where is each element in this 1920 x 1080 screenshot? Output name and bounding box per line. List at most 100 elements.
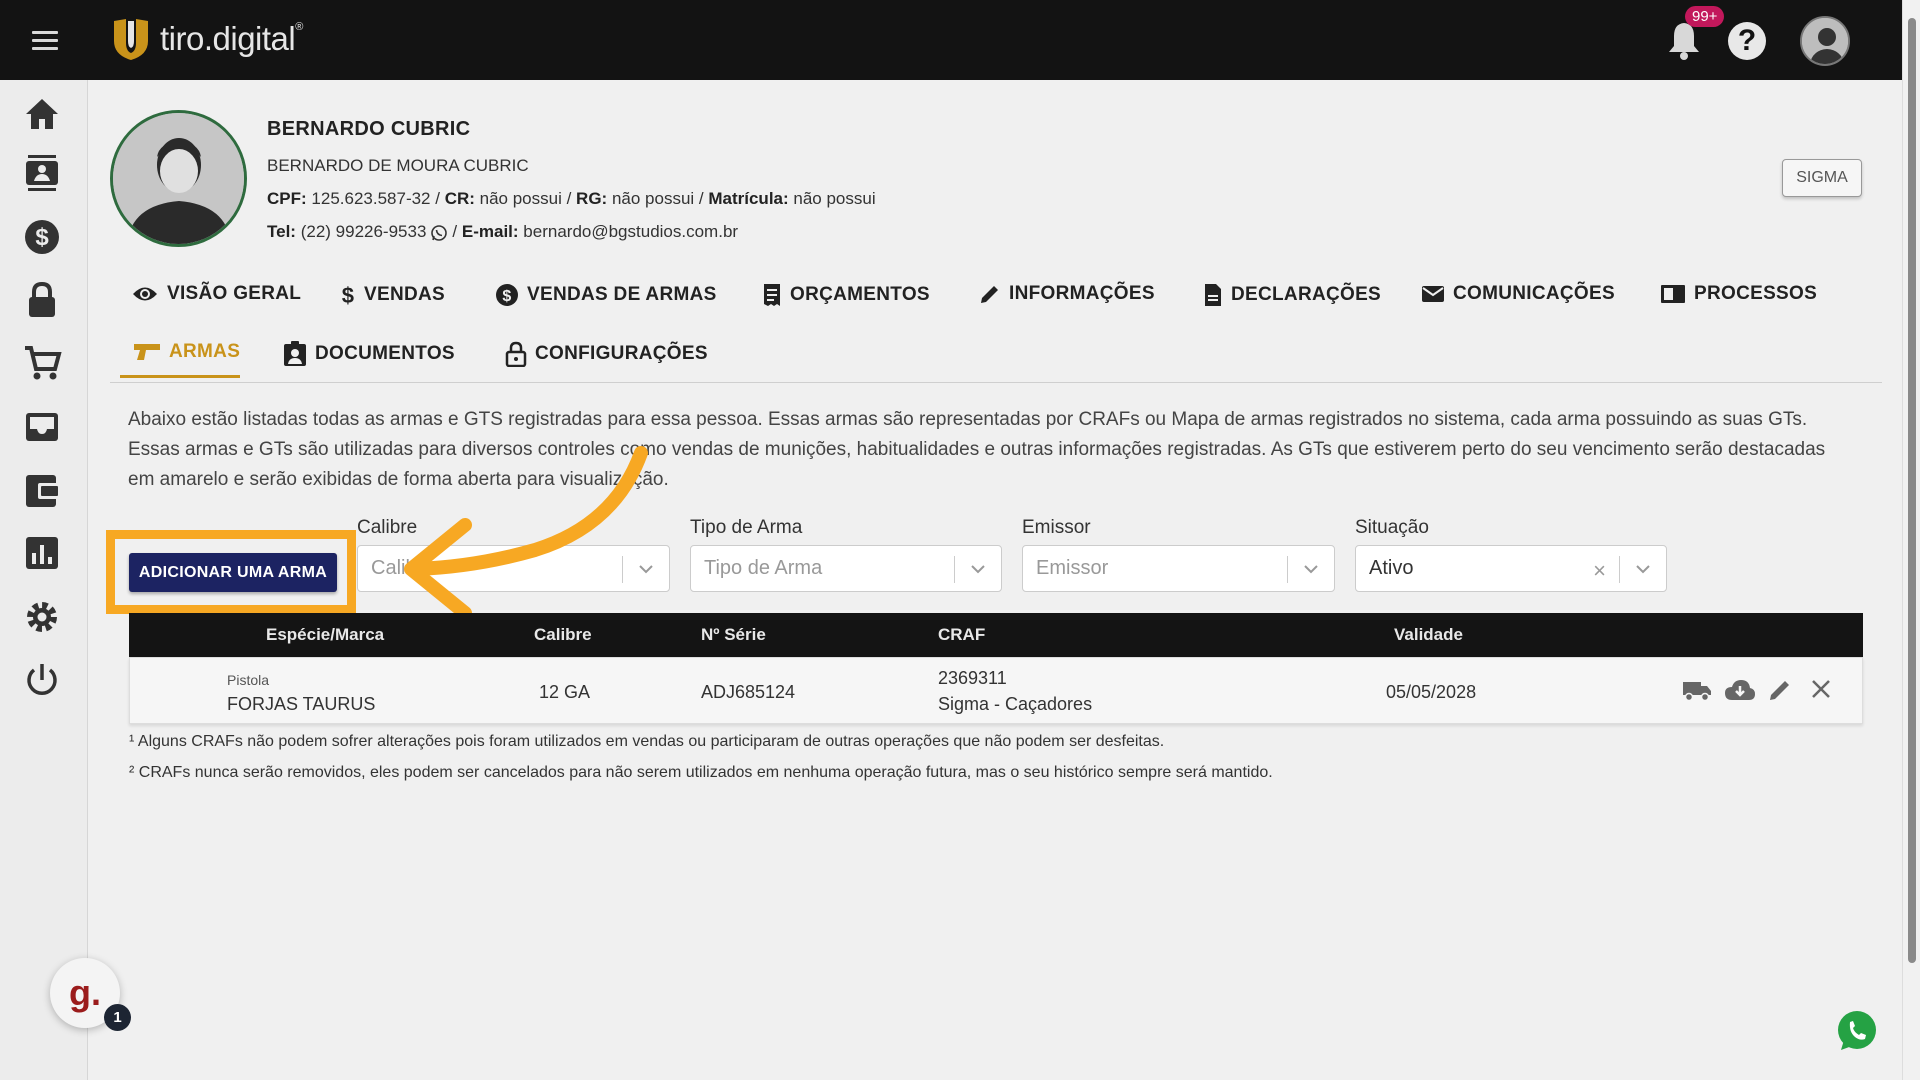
sidebar: $ (0, 80, 88, 1080)
cr-value: não possui (479, 189, 562, 208)
truck-icon[interactable] (1682, 678, 1712, 702)
tutorial-arrow (404, 446, 648, 620)
tab-label: CONFIGURAÇÕES (535, 343, 708, 364)
menu-icon[interactable] (32, 31, 58, 50)
active-tab-indicator (120, 375, 240, 378)
row-craf-number: 2369311 (938, 668, 1007, 688)
tab-label: ORÇAMENTOS (790, 284, 930, 305)
tel-label: Tel: (267, 222, 296, 241)
logo[interactable]: tiro.digital ® (112, 16, 303, 62)
scrollbar-thumb[interactable] (1908, 18, 1916, 963)
dollar-circle-icon: $ (496, 284, 518, 306)
profile-photo (110, 110, 247, 247)
cr-label: CR: (444, 189, 475, 208)
situacao-select[interactable]: Ativo × (1355, 545, 1667, 592)
tipo-select[interactable]: Tipo de Arma (690, 545, 1002, 592)
tel-value: (22) 99226-9533 (300, 222, 427, 241)
row-calibre: 12 GA (539, 682, 591, 702)
document-icon (1205, 284, 1221, 306)
profile-full-name: BERNARDO DE MOURA CUBRIC (267, 156, 529, 175)
tipo-label: Tipo de Arma (690, 517, 803, 538)
dollar-icon: $ (342, 283, 354, 307)
close-icon[interactable] (1810, 678, 1832, 700)
eye-icon (133, 287, 157, 301)
notification-badge: 99+ (1685, 6, 1725, 27)
dollar-circle-icon[interactable]: $ (22, 217, 62, 257)
profile-name: BERNARDO CUBRIC (267, 118, 471, 140)
whatsapp-icon[interactable] (430, 224, 448, 242)
col-craf[interactable]: CRAF (938, 625, 985, 645)
email-label: E-mail: (461, 222, 519, 241)
col-calibre[interactable]: Calibre (534, 625, 592, 645)
chevron-down-icon (1636, 565, 1650, 574)
folder-icon (1661, 285, 1685, 303)
pencil-icon (981, 286, 998, 303)
edit-icon[interactable] (1768, 678, 1792, 702)
footnote-2: ² CRAFs nunca serão removidos, eles pode… (129, 764, 1273, 781)
user-avatar[interactable] (1800, 16, 1850, 66)
chevron-down-icon (971, 565, 985, 574)
emissor-select[interactable]: Emissor (1022, 545, 1335, 592)
situacao-label: Situação (1355, 517, 1429, 538)
svg-text:$: $ (35, 224, 49, 251)
inbox-icon[interactable] (22, 407, 62, 447)
tab-informacoes[interactable]: INFORMAÇÕES (979, 283, 1155, 305)
tab-comunicacoes[interactable]: COMUNICAÇÕES (1421, 283, 1615, 305)
chart-icon[interactable] (22, 533, 62, 573)
emissor-label: Emissor (1022, 517, 1091, 538)
chevron-down-icon (1304, 565, 1318, 574)
power-icon[interactable] (22, 660, 62, 700)
col-validade[interactable]: Validade (1394, 625, 1463, 645)
rg-value: não possui (611, 189, 695, 208)
table-header: Espécie/Marca Calibre Nº Série CRAF Vali… (129, 613, 1863, 657)
add-weapon-button[interactable]: ADICIONAR UMA ARMA (129, 553, 337, 592)
gun-icon (134, 344, 160, 360)
tab-declaracoes[interactable]: DECLARAÇÕES (1203, 283, 1381, 307)
tab-label: VENDAS (364, 284, 445, 305)
gear-icon[interactable] (22, 597, 62, 637)
logo-text: tiro.digital (160, 20, 296, 57)
tab-documentos[interactable]: DOCUMENTOS (283, 341, 455, 367)
row-marca: FORJAS TAURUS (227, 694, 376, 714)
cart-icon[interactable] (22, 343, 62, 383)
chat-widget-badge: 1 (104, 1004, 131, 1031)
row-serie: ADJ685124 (701, 682, 796, 702)
sigma-button[interactable]: SIGMA (1782, 159, 1862, 197)
lock-icon (505, 341, 527, 367)
tab-configuracoes[interactable]: CONFIGURAÇÕES (505, 341, 708, 367)
cpf-value: 125.623.587-32 (311, 189, 431, 208)
table-row[interactable]: Pistola FORJAS TAURUS 12 GA ADJ685124 23… (129, 657, 1863, 724)
contacts-icon[interactable] (22, 153, 62, 193)
wallet-icon[interactable] (22, 470, 62, 510)
whatsapp-float-icon[interactable] (1834, 1008, 1880, 1054)
top-bar: tiro.digital ® 99+ ? (0, 0, 1902, 80)
lock-icon[interactable] (22, 280, 62, 320)
user-silhouette-icon (1802, 18, 1848, 64)
matricula-label: Matrícula: (708, 189, 789, 208)
tab-label: VENDAS DE ARMAS (527, 284, 717, 305)
logo-registered-mark: ® (295, 21, 304, 33)
cloud-download-icon[interactable] (1724, 678, 1756, 702)
tab-vendas[interactable]: $ VENDAS (340, 283, 445, 307)
tabs-divider (110, 382, 1882, 383)
col-serie[interactable]: Nº Série (701, 625, 766, 645)
emissor-placeholder: Emissor (1036, 557, 1109, 579)
profile-contact: Tel: (22) 99226-9533/ E-mail: bernardo@b… (267, 222, 739, 242)
rg-label: RG: (576, 189, 608, 208)
tab-orcamentos[interactable]: ORÇAMENTOS (762, 283, 930, 307)
clear-icon[interactable]: × (1593, 558, 1606, 584)
tab-vendas-de-armas[interactable]: $ VENDAS DE ARMAS (495, 283, 717, 307)
tab-visao-geral[interactable]: VISÃO GERAL (131, 283, 301, 305)
help-icon[interactable]: ? (1728, 22, 1766, 60)
tab-armas[interactable]: ARMAS (133, 341, 240, 363)
profile-ids: CPF: 125.623.587-32 / CR: não possui / R… (267, 189, 876, 208)
svg-text:$: $ (502, 288, 511, 305)
home-icon[interactable] (22, 94, 62, 134)
footnote-1: ¹ Alguns CRAFs não podem sofrer alteraçõ… (129, 733, 1165, 750)
scrollbar[interactable] (1902, 0, 1920, 1080)
tab-label: ARMAS (169, 341, 241, 362)
tab-label: DOCUMENTOS (315, 343, 455, 364)
tab-processos[interactable]: PROCESSOS (1660, 283, 1817, 305)
col-especie-marca[interactable]: Espécie/Marca (266, 625, 384, 645)
tipo-placeholder: Tipo de Arma (704, 557, 823, 579)
